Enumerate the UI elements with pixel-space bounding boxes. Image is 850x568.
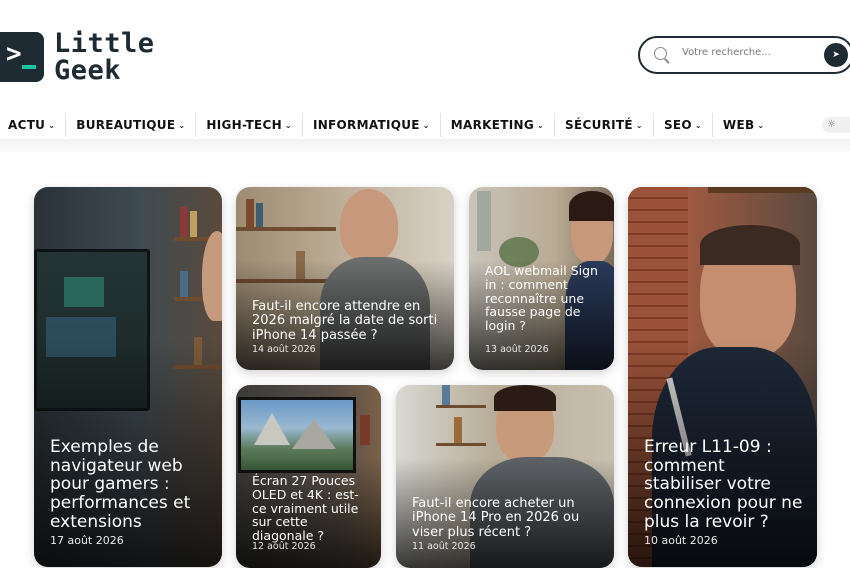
article-title[interactable]: Faut-il encore attendre en 2026 malgré l… [252, 299, 444, 343]
article-card-5[interactable]: Faut-il encore acheter un iPhone 14 Pro … [396, 385, 614, 568]
nav-item-web[interactable]: WEB ⌄ [713, 113, 775, 137]
nav-item-bureautique[interactable]: BUREAUTIQUE ⌄ [66, 113, 197, 137]
article-date: 11 août 2026 [412, 541, 476, 552]
article-title[interactable]: Erreur L11-09 : comment stabiliser votre… [644, 438, 803, 532]
nav-item-marketing[interactable]: MARKETING ⌄ [441, 113, 556, 137]
logo-line-2: Geek [54, 55, 122, 86]
search-input[interactable] [680, 46, 814, 59]
nav-label: MARKETING [450, 118, 535, 132]
chevron-down-icon: ⌄ [635, 120, 643, 130]
chevron-down-icon: ⌄ [694, 120, 702, 130]
logo-line-1: Little [54, 28, 155, 59]
article-date: 13 août 2026 [485, 344, 549, 355]
chevron-down-icon: ⌄ [757, 120, 765, 130]
logo-text: Little Geek [54, 30, 155, 84]
article-card-3[interactable]: AOL webmail Sign in : comment reconnaîtr… [469, 187, 614, 370]
nav-item-seo[interactable]: SEO ⌄ [654, 113, 713, 137]
chevron-down-icon: ⌄ [178, 120, 186, 130]
article-card-6[interactable]: Erreur L11-09 : comment stabiliser votre… [628, 187, 817, 567]
search-box: ➤ [638, 36, 850, 74]
nav-item-informatique[interactable]: INFORMATIQUE ⌄ [303, 113, 441, 137]
article-card-1[interactable]: Exemples de navigateur web pour gamers :… [34, 187, 222, 567]
sun-icon: ☼ [827, 119, 836, 130]
article-card-2[interactable]: Faut-il encore attendre en 2026 malgré l… [236, 187, 454, 370]
nav-divider [0, 139, 850, 155]
search-icon [654, 47, 667, 60]
chevron-down-icon: ⌄ [48, 120, 56, 130]
nav-label: BUREAUTIQUE [76, 118, 176, 132]
chevron-down-icon: ⌄ [284, 120, 292, 130]
search-submit-button[interactable]: ➤ [824, 43, 848, 67]
dark-mode-toggle[interactable]: ☼ [822, 117, 850, 133]
nav-label: ACTU [8, 118, 46, 132]
main-nav: ACTU ⌄ BUREAUTIQUE ⌄ HIGH-TECH ⌄ INFORMATIQ… [0, 112, 850, 138]
nav-item-securite[interactable]: SÉCURITÉ ⌄ [555, 113, 654, 137]
nav-label: INFORMATIQUE [312, 118, 420, 132]
logo-terminal-icon: > [0, 32, 44, 82]
chevron-down-icon: ⌄ [422, 120, 430, 130]
article-title[interactable]: Faut-il encore acheter un iPhone 14 Pro … [412, 496, 604, 540]
nav-label: WEB [722, 118, 755, 132]
chevron-down-icon: ⌄ [537, 120, 545, 130]
article-date: 10 août 2026 [644, 534, 718, 547]
article-title[interactable]: AOL webmail Sign in : comment reconnaîtr… [485, 264, 604, 333]
nav-label: SEO [663, 118, 692, 132]
article-title[interactable]: Écran 27 Pouces OLED et 4K : est-ce vrai… [252, 474, 371, 543]
site-logo[interactable]: > Little Geek [0, 30, 155, 84]
nav-item-actu[interactable]: ACTU ⌄ [0, 113, 67, 137]
article-date: 12 août 2026 [252, 541, 316, 552]
article-title[interactable]: Exemples de navigateur web pour gamers :… [50, 438, 208, 532]
article-date: 14 août 2026 [252, 344, 316, 355]
nav-label: HIGH-TECH [206, 118, 282, 132]
article-card-4[interactable]: Écran 27 Pouces OLED et 4K : est-ce vrai… [236, 385, 381, 568]
nav-label: SÉCURITÉ [565, 118, 633, 132]
article-date: 17 août 2026 [50, 534, 124, 547]
nav-item-high-tech[interactable]: HIGH-TECH ⌄ [196, 113, 303, 137]
